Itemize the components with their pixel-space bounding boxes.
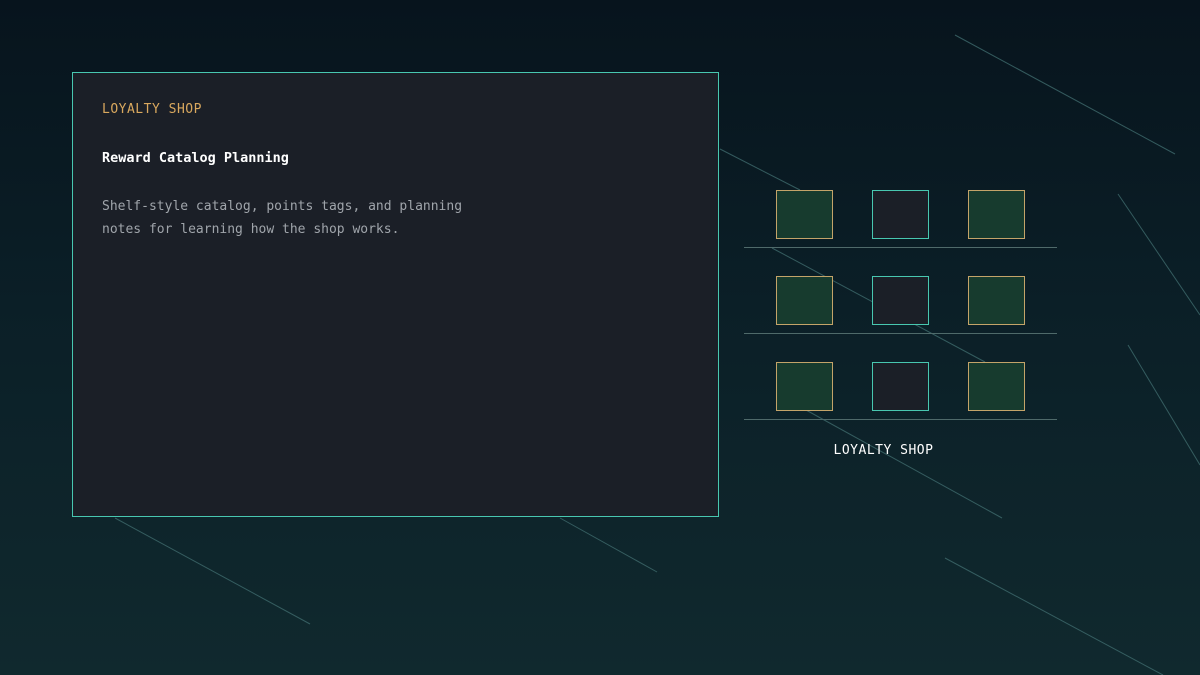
shelf-row	[744, 274, 1057, 334]
shelf-item	[872, 190, 929, 239]
shelf-divider	[744, 247, 1057, 248]
description-line: notes for learning how the shop works.	[102, 222, 400, 237]
description-line: Shelf-style catalog, points tags, and pl…	[102, 199, 463, 214]
shelf-item	[968, 190, 1025, 239]
decor-line	[944, 557, 1164, 675]
page-title: Reward Catalog Planning	[102, 150, 289, 166]
shelf-item	[968, 276, 1025, 325]
decor-line	[954, 34, 1176, 155]
shelf-divider	[744, 333, 1057, 334]
shelf-row	[744, 188, 1057, 248]
decor-line	[114, 517, 311, 625]
info-panel: LOYALTY SHOP Reward Catalog Planning She…	[72, 72, 719, 517]
shelf-item	[776, 362, 833, 411]
catalog-shelf	[744, 188, 1057, 422]
shelf-item	[872, 276, 929, 325]
section-eyebrow: LOYALTY SHOP	[102, 102, 202, 117]
shelf-divider	[744, 419, 1057, 420]
shelf-label: LOYALTY SHOP	[833, 443, 934, 458]
shelf-item	[872, 362, 929, 411]
shelf-item	[968, 362, 1025, 411]
panel-description: Shelf-style catalog, points tags, and pl…	[102, 195, 462, 241]
decor-line	[559, 517, 658, 573]
decor-line	[1117, 193, 1200, 316]
shelf-item	[776, 190, 833, 239]
decor-line	[719, 148, 801, 191]
decor-line	[805, 409, 1003, 519]
shelf-item	[776, 276, 833, 325]
shelf-row	[744, 360, 1057, 420]
decor-line	[1127, 344, 1200, 466]
